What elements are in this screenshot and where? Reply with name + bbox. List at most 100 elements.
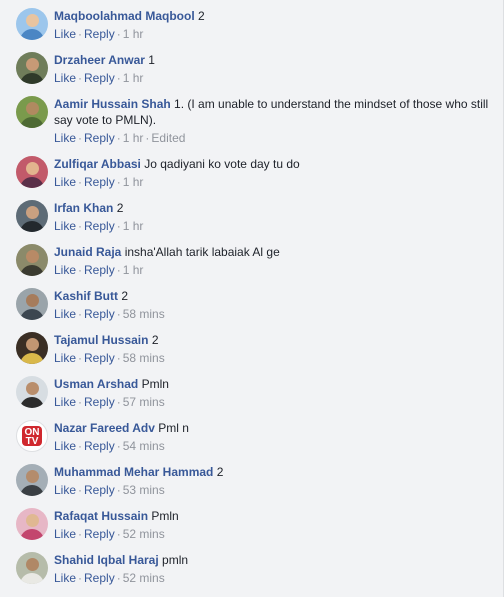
avatar[interactable]	[16, 52, 48, 84]
commenter-name[interactable]: Aamir Hussain Shah	[54, 97, 171, 111]
like-link[interactable]: Like	[54, 175, 76, 189]
reply-link[interactable]: Reply	[84, 483, 115, 497]
commenter-name[interactable]: Maqboolahmad Maqbool	[54, 9, 195, 23]
comment-text: Jo qadiyani ko vote day tu do	[144, 157, 300, 171]
comment-meta: Like · Reply · 52 mins	[54, 526, 494, 542]
reply-link[interactable]: Reply	[84, 71, 115, 85]
comment-text: insha'Allah tarik labaiak Al ge	[124, 245, 280, 259]
reply-link[interactable]: Reply	[84, 27, 115, 41]
like-link[interactable]: Like	[54, 395, 76, 409]
reply-link[interactable]: Reply	[84, 571, 115, 585]
avatar[interactable]	[16, 8, 48, 40]
like-link[interactable]: Like	[54, 483, 76, 497]
commenter-name[interactable]: Nazar Fareed Adv	[54, 421, 155, 435]
commenter-name[interactable]: Kashif Butt	[54, 289, 118, 303]
avatar[interactable]	[16, 244, 48, 276]
separator: ·	[78, 527, 83, 541]
commenter-name[interactable]: Usman Arshad	[54, 377, 138, 391]
avatar[interactable]	[16, 332, 48, 364]
avatar[interactable]	[16, 508, 48, 540]
like-link[interactable]: Like	[54, 27, 76, 41]
reply-link[interactable]: Reply	[84, 395, 115, 409]
commenter-name[interactable]: Irfan Khan	[54, 201, 113, 215]
separator: ·	[116, 527, 121, 541]
separator: ·	[116, 71, 121, 85]
like-link[interactable]: Like	[54, 263, 76, 277]
comment-meta: Like · Reply · 1 hr · Edited	[54, 130, 494, 146]
separator: ·	[116, 27, 121, 41]
comment-timestamp[interactable]: 52 mins	[123, 571, 165, 585]
commenter-name[interactable]: Junaid Raja	[54, 245, 121, 259]
like-link[interactable]: Like	[54, 439, 76, 453]
separator: ·	[78, 175, 83, 189]
separator: ·	[116, 219, 121, 233]
comment-meta: Like · Reply · 52 mins	[54, 570, 494, 586]
avatar[interactable]	[16, 464, 48, 496]
comment-meta: Like · Reply · 53 mins	[54, 482, 494, 498]
comment-meta: Like · Reply · 1 hr	[54, 26, 494, 42]
comment-timestamp[interactable]: 53 mins	[123, 483, 165, 497]
comment-meta: Like · Reply · 58 mins	[54, 350, 494, 366]
separator: ·	[78, 307, 83, 321]
comment-text: 2	[116, 201, 124, 215]
separator: ·	[116, 439, 121, 453]
avatar[interactable]	[16, 376, 48, 408]
commenter-name[interactable]: Zulfiqar Abbasi	[54, 157, 141, 171]
comment-text: Pmln	[141, 377, 169, 391]
avatar[interactable]	[16, 288, 48, 320]
comment-text: 2	[198, 9, 205, 23]
comment-timestamp[interactable]: 1 hr	[123, 131, 144, 145]
avatar[interactable]	[16, 96, 48, 128]
separator: ·	[78, 27, 83, 41]
like-link[interactable]: Like	[54, 351, 76, 365]
commenter-name[interactable]: Muhammad Mehar Hammad	[54, 465, 213, 479]
comment-meta: Like · Reply · 1 hr	[54, 218, 494, 234]
like-link[interactable]: Like	[54, 71, 76, 85]
comment-timestamp[interactable]: 58 mins	[123, 307, 165, 321]
avatar[interactable]	[16, 200, 48, 232]
comment-timestamp[interactable]: 58 mins	[123, 351, 165, 365]
avatar[interactable]	[16, 156, 48, 188]
comment-timestamp[interactable]: 1 hr	[123, 175, 144, 189]
comment-timestamp[interactable]: 52 mins	[123, 527, 165, 541]
commenter-name[interactable]: Drzaheer Anwar	[54, 53, 145, 67]
reply-link[interactable]: Reply	[84, 351, 115, 365]
like-link[interactable]: Like	[54, 131, 76, 145]
reply-link[interactable]: Reply	[84, 439, 115, 453]
comment-timestamp[interactable]: 1 hr	[123, 27, 144, 41]
like-link[interactable]: Like	[54, 307, 76, 321]
like-link[interactable]: Like	[54, 219, 76, 233]
like-link[interactable]: Like	[54, 527, 76, 541]
edited-label[interactable]: Edited	[151, 131, 185, 145]
commenter-name[interactable]: Shahid Iqbal Haraj	[54, 553, 159, 567]
avatar[interactable]: ON TV	[16, 420, 48, 452]
comment-meta: Like · Reply · 58 mins	[54, 306, 494, 322]
separator: ·	[78, 439, 83, 453]
separator: ·	[116, 263, 121, 277]
comment-text: pmln	[162, 553, 189, 567]
comment-timestamp[interactable]: 1 hr	[123, 263, 144, 277]
reply-link[interactable]: Reply	[84, 131, 115, 145]
commenter-name[interactable]: Tajamul Hussain	[54, 333, 148, 347]
comment-timestamp[interactable]: 1 hr	[123, 219, 144, 233]
reply-link[interactable]: Reply	[84, 527, 115, 541]
reply-link[interactable]: Reply	[84, 263, 115, 277]
comment-meta: Like · Reply · 54 mins	[54, 438, 494, 454]
comment-meta: Like · Reply · 1 hr	[54, 262, 494, 278]
comment-timestamp[interactable]: 57 mins	[123, 395, 165, 409]
reply-link[interactable]: Reply	[84, 307, 115, 321]
comment-timestamp[interactable]: 1 hr	[123, 71, 144, 85]
separator: ·	[78, 219, 83, 233]
reply-link[interactable]: Reply	[84, 175, 115, 189]
like-link[interactable]: Like	[54, 571, 76, 585]
comment-meta: Like · Reply · 1 hr	[54, 174, 494, 190]
avatar[interactable]	[16, 552, 48, 584]
separator: ·	[116, 307, 121, 321]
separator: ·	[78, 263, 83, 277]
commenter-name[interactable]: Rafaqat Hussain	[54, 509, 148, 523]
separator: ·	[78, 351, 83, 365]
comment-timestamp[interactable]: 54 mins	[123, 439, 165, 453]
avatar-logo-text: ON TV	[24, 427, 40, 447]
reply-link[interactable]: Reply	[84, 219, 115, 233]
comment-text: Pml n	[158, 421, 189, 435]
